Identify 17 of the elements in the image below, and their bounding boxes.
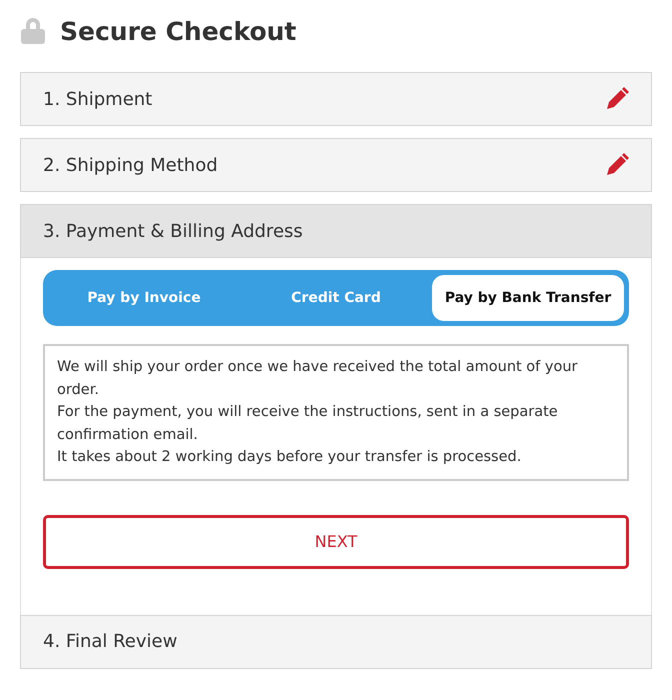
step-header[interactable]: 4. Final Review bbox=[20, 614, 652, 668]
step-title: 1. Shipment bbox=[43, 88, 152, 110]
lock-icon bbox=[20, 17, 46, 45]
step-title: 4. Final Review bbox=[43, 631, 178, 652]
step-title: 2. Shipping Method bbox=[43, 154, 218, 176]
pencil-icon[interactable] bbox=[605, 153, 629, 177]
step-header[interactable]: 1. Shipment bbox=[20, 72, 652, 126]
step-title: 3. Payment & Billing Address bbox=[43, 220, 303, 242]
page-title: Secure Checkout bbox=[60, 16, 296, 46]
pencil-icon[interactable] bbox=[605, 87, 629, 111]
info-text: For the payment, you will receive the instructions, sent in a separate confirmation email. bbox=[57, 403, 559, 444]
payment-tab[interactable]: Pay by Bank Transfer bbox=[432, 275, 624, 321]
info-text: We will ship your order once we have received the total amount of your order. bbox=[57, 358, 578, 400]
step-header[interactable]: 2. Shipping Method bbox=[20, 138, 652, 192]
info-text: It takes about 2 working days before your transfer is processed. bbox=[57, 448, 522, 467]
next-button[interactable]: NEXT bbox=[43, 514, 629, 568]
step-header[interactable]: 3. Payment & Billing Address bbox=[20, 204, 652, 258]
